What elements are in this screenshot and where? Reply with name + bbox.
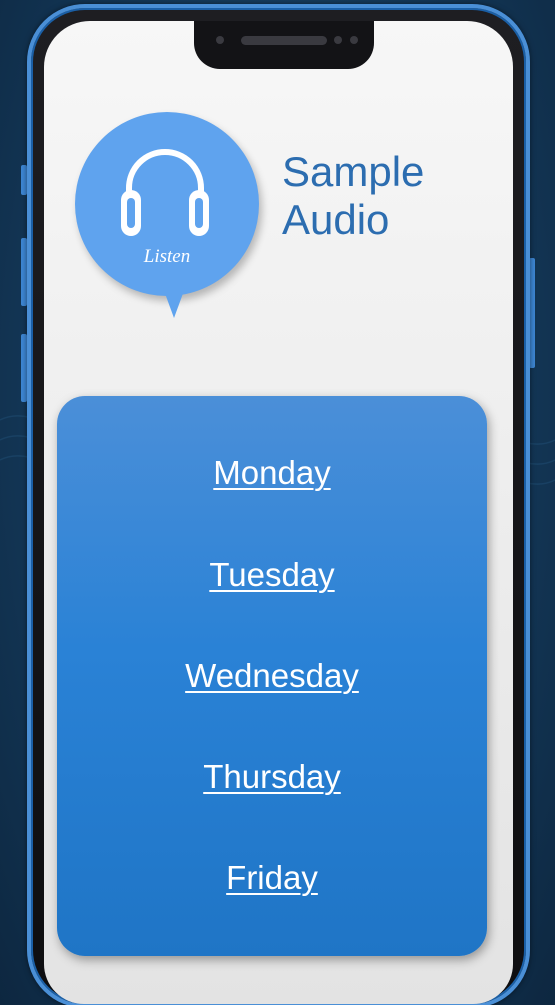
day-link-monday[interactable]: Monday	[57, 454, 487, 492]
day-link-friday[interactable]: Friday	[57, 859, 487, 897]
day-link-tuesday[interactable]: Tuesday	[57, 556, 487, 594]
camera-dot	[216, 36, 224, 44]
sensor-dot	[334, 36, 342, 44]
phone-notch	[194, 21, 374, 69]
listen-label: Listen	[143, 246, 191, 267]
day-link-wednesday[interactable]: Wednesday	[57, 657, 487, 695]
title-line-1: Sample	[282, 148, 425, 195]
speaker-grille	[241, 36, 327, 45]
camera-lens	[350, 36, 358, 44]
page-title: Sample Audio	[282, 148, 462, 244]
title-line-2: Audio	[282, 196, 390, 243]
listen-button[interactable]: Listen	[75, 112, 259, 318]
day-link-thursday[interactable]: Thursday	[57, 758, 487, 796]
listen-bubble-tail	[163, 288, 185, 318]
days-list-card: Monday Tuesday Wednesday Thursday Friday	[57, 396, 487, 956]
headphones-icon	[121, 149, 209, 236]
